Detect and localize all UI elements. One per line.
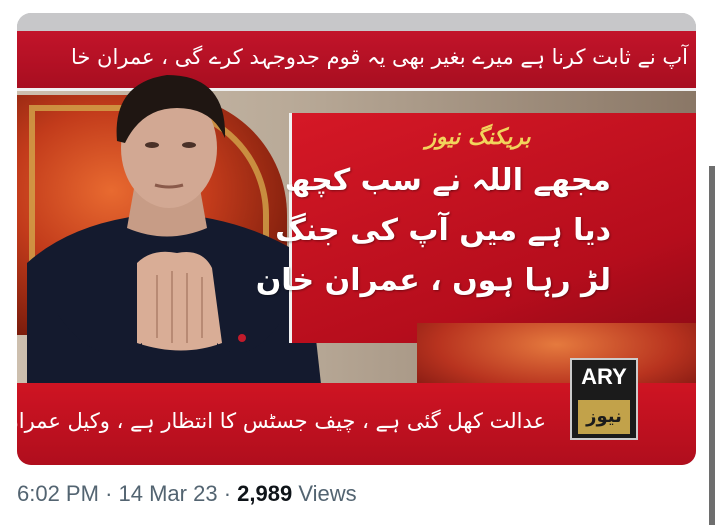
meta-separator: · [105,481,113,506]
meta-separator: · [223,481,232,506]
views-label: Views [298,481,357,506]
headline-line-3: لڑ رہا ہوں ، عمران خان [255,263,611,298]
headline-line-2: دیا ہے میں آپ کی جنگ [275,213,611,248]
headline-line-1: مجھے اللہ نے سب کچھ [284,163,611,198]
tweet-date[interactable]: 14 Mar 23 [119,481,218,506]
tweet-media-image[interactable]: آپ نے ثابت کرنا ہے میرے بغیر بھی یہ قوم … [17,13,696,465]
ary-news-logo: ARY نیوز [570,358,638,440]
scrollbar[interactable] [709,166,715,525]
logo-text: ARY [581,364,627,389]
tweet-time[interactable]: 6:02 PM [17,481,99,506]
bottom-ticker-text: عدالت کھل گئی ہے ، چیف جسٹس کا انتظار ہے… [17,409,546,433]
logo-subtext: نیوز [578,400,630,434]
views-count: 2,989 [237,481,293,506]
tweet-metadata: 6:02 PM · 14 Mar 23 · 2,989 Views [17,481,357,513]
breaking-news-label: بریکنگ نیوز [425,125,531,150]
